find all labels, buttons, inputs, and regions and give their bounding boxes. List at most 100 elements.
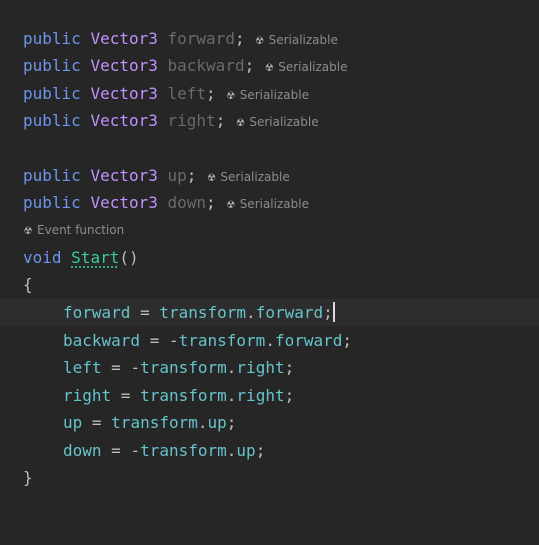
inlay-hint-label: Serializable xyxy=(239,197,309,211)
text-caret xyxy=(332,302,335,322)
dot: . xyxy=(226,386,237,405)
inlay-hint-label: Serializable xyxy=(220,170,290,184)
transform-ref[interactable]: transform xyxy=(111,413,198,432)
transform-property[interactable]: forward xyxy=(256,303,323,322)
semicolon: ; xyxy=(284,386,295,405)
semicolon: ; xyxy=(323,303,333,322)
unity-hint-icon: ☢ xyxy=(226,200,236,211)
inlay-hint-serializable[interactable]: ☢ Serializable xyxy=(206,170,290,184)
type-vector3: Vector3 xyxy=(90,111,158,130)
transform-ref[interactable]: transform xyxy=(140,441,227,460)
inlay-hint-label: Serializable xyxy=(249,115,319,129)
type-vector3: Vector3 xyxy=(90,84,158,103)
inlay-hint-label: Serializable xyxy=(239,88,309,102)
dot: . xyxy=(226,441,237,460)
code-line-field-right[interactable]: public Vector3 right; ☢ Serializable xyxy=(0,107,539,134)
code-line-body[interactable]: backward = -transform.forward; xyxy=(0,327,539,354)
semicolon: ; xyxy=(234,29,245,48)
field-name-up[interactable]: up xyxy=(168,166,187,185)
assign-target[interactable]: backward xyxy=(63,331,140,350)
transform-property[interactable]: right xyxy=(236,386,284,405)
inlay-hint-serializable[interactable]: ☢ Serializable xyxy=(264,60,348,74)
inlay-hint-label: Serializable xyxy=(268,33,338,47)
code-line-body[interactable]: down = -transform.up; xyxy=(0,437,539,464)
transform-ref[interactable]: transform xyxy=(159,303,246,322)
event-function-label: Event function xyxy=(37,223,125,237)
assign-target[interactable]: right xyxy=(63,386,111,405)
method-name-start[interactable]: Start xyxy=(71,248,119,267)
code-line-body[interactable]: right = transform.right; xyxy=(0,382,539,409)
keyword-public: public xyxy=(23,111,81,130)
semicolon: ; xyxy=(206,193,216,212)
semicolon: ; xyxy=(255,441,266,460)
field-name-left[interactable]: left xyxy=(168,84,207,103)
code-line-field-down[interactable]: public Vector3 down; ☢ Serializable xyxy=(0,189,539,216)
semicolon: ; xyxy=(226,413,237,432)
negation: - xyxy=(130,441,141,460)
assign-op: = xyxy=(111,386,141,405)
code-line-body[interactable]: up = transform.up; xyxy=(0,409,539,436)
dot: . xyxy=(246,303,256,322)
semicolon: ; xyxy=(215,111,226,130)
code-line-field-backward[interactable]: public Vector3 backward; ☢ Serializable xyxy=(0,52,539,79)
field-name-backward[interactable]: backward xyxy=(168,56,245,75)
code-editor[interactable]: public Vector3 forward; ☢ Serializable pub… xyxy=(0,0,539,502)
keyword-void: void xyxy=(23,248,62,267)
keyword-public: public xyxy=(23,84,81,103)
assign-op: = xyxy=(130,303,160,322)
semicolon: ; xyxy=(244,56,255,75)
keyword-public: public xyxy=(23,29,81,48)
unity-hint-icon: ☢ xyxy=(206,173,216,184)
inlay-hint-serializable[interactable]: ☢ Serializable xyxy=(226,197,309,211)
transform-property[interactable]: forward xyxy=(275,331,342,350)
assign-target[interactable]: left xyxy=(63,358,102,377)
inlay-hint-serializable[interactable]: ☢ Serializable xyxy=(255,33,338,47)
unity-hint-icon: ☢ xyxy=(226,91,236,102)
transform-ref[interactable]: transform xyxy=(140,358,227,377)
assign-target[interactable]: down xyxy=(63,441,102,460)
field-name-forward[interactable]: forward xyxy=(168,29,235,48)
code-line-close-brace[interactable]: } xyxy=(0,464,539,491)
assign-op: = xyxy=(101,441,131,460)
unity-hint-icon: ☢ xyxy=(235,118,245,129)
negation: - xyxy=(130,358,141,377)
semicolon: ; xyxy=(186,166,197,185)
unity-hint-icon: ☢ xyxy=(264,63,274,74)
code-line-open-brace[interactable]: { xyxy=(0,271,539,298)
keyword-public: public xyxy=(23,166,81,185)
field-name-right[interactable]: right xyxy=(168,111,216,130)
dot: . xyxy=(265,331,275,350)
inlay-hint-serializable[interactable]: ☢ Serializable xyxy=(226,88,309,102)
transform-property[interactable]: right xyxy=(236,358,284,377)
type-vector3: Vector3 xyxy=(90,56,158,75)
code-line-method-signature[interactable]: void Start() xyxy=(0,244,539,271)
code-line-current[interactable]: forward = transform.forward; xyxy=(0,299,539,326)
assign-target[interactable]: up xyxy=(63,413,82,432)
field-name-down[interactable]: down xyxy=(168,193,207,212)
semicolon: ; xyxy=(284,358,295,377)
transform-ref[interactable]: transform xyxy=(179,331,266,350)
assign-target[interactable]: forward xyxy=(63,303,130,322)
type-vector3: Vector3 xyxy=(90,166,158,185)
negation: - xyxy=(168,331,179,350)
close-brace: } xyxy=(23,468,33,487)
event-function-hint[interactable]: ☢ Event function xyxy=(23,223,125,237)
keyword-public: public xyxy=(23,56,81,75)
transform-property[interactable]: up xyxy=(236,441,255,460)
keyword-public: public xyxy=(23,193,81,212)
transform-ref[interactable]: transform xyxy=(140,386,227,405)
inlay-hint-label: Serializable xyxy=(278,60,348,74)
dot: . xyxy=(197,413,208,432)
inlay-hint-serializable[interactable]: ☢ Serializable xyxy=(235,115,319,129)
code-line-field-left[interactable]: public Vector3 left; ☢ Serializable xyxy=(0,80,539,107)
code-line-body[interactable]: left = -transform.right; xyxy=(0,354,539,381)
assign-op: = xyxy=(101,358,131,377)
open-brace: { xyxy=(23,275,33,294)
type-vector3: Vector3 xyxy=(90,193,158,212)
code-vision-event-function[interactable]: ☢ Event function xyxy=(0,217,539,241)
assign-op: = xyxy=(140,331,169,350)
code-line-field-forward[interactable]: public Vector3 forward; ☢ Serializable xyxy=(0,25,539,52)
transform-property[interactable]: up xyxy=(208,413,227,432)
unity-hint-icon: ☢ xyxy=(255,36,265,47)
code-line-field-up[interactable]: public Vector3 up; ☢ Serializable xyxy=(0,162,539,189)
